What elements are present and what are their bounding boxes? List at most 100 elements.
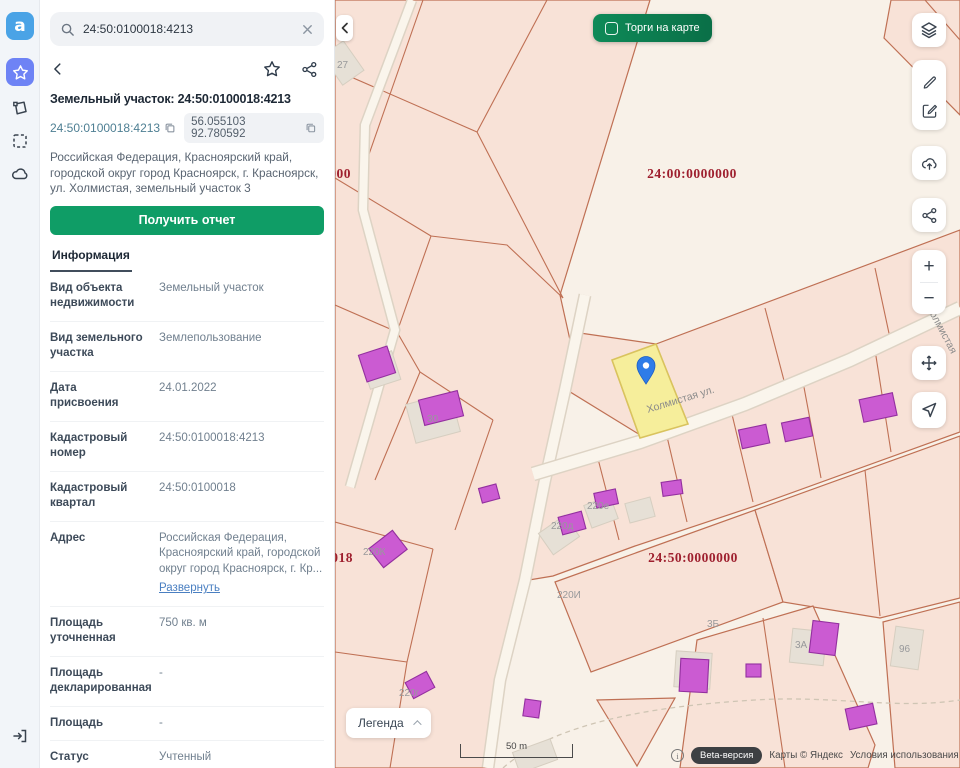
star-outline-icon [263, 60, 281, 78]
row-label: Вид объекта недвижимости [50, 281, 147, 312]
zoom-out-button[interactable]: − [912, 283, 946, 314]
district-number-label-clipped: 0000 [335, 166, 351, 182]
measure-button[interactable] [912, 65, 946, 95]
layers-button[interactable] [912, 13, 946, 47]
row-value: 24:50:0100018:4213 [159, 431, 324, 462]
parcel-number-label: 220д [551, 521, 574, 532]
tab-information[interactable]: Информация [50, 248, 132, 272]
upload-button[interactable] [912, 146, 946, 180]
zoom-controls: + − [912, 250, 946, 314]
parcel-number-label: 96 [899, 644, 910, 655]
pan-button[interactable] [912, 346, 946, 380]
parcel-number-label: 220И [557, 590, 581, 601]
cadastral-map[interactable]: 24:00:0000000 0000 24:50:0000000 0018 Хо… [335, 0, 960, 768]
coordinates-text: 56.055103 92.780592 [191, 116, 300, 140]
sidebar-item-cloud[interactable] [8, 162, 32, 186]
info-icon[interactable]: i [671, 749, 684, 762]
map-attribution: i Beta-версия Карты © Яндекс Условия исп… [671, 747, 959, 764]
copy-icon[interactable] [164, 122, 176, 134]
address-truncated: Российская Федерация, Красноярский край,… [159, 532, 322, 575]
sidebar-item-objects[interactable] [8, 96, 32, 120]
row-label: Кадастровый номер [50, 431, 147, 462]
row-label: Площадь уточненная [50, 616, 147, 647]
table-row: Дата присвоения24.01.2022 [50, 371, 324, 421]
share-button[interactable] [301, 61, 318, 78]
logout-button[interactable] [8, 724, 32, 748]
table-row: СтатусУчтенный [50, 740, 324, 768]
dashed-square-icon [11, 132, 29, 150]
search-input[interactable] [83, 22, 293, 36]
sidebar-item-favorites[interactable] [6, 58, 34, 86]
app-rail: a [0, 0, 40, 768]
building [679, 658, 709, 692]
exit-icon [11, 727, 29, 745]
cadastral-number-text: 24:50:0100018:4213 [50, 121, 160, 135]
star-icon [12, 64, 29, 81]
parcel-number-label: 220г [399, 688, 419, 699]
building [661, 480, 683, 497]
table-row: Площадь- [50, 706, 324, 741]
coordinates-chip[interactable]: 56.055103 92.780592 [184, 113, 324, 143]
page-title: Земельный участок: 24:50:0100018:4213 [50, 92, 324, 106]
move-icon [920, 354, 938, 372]
app-logo[interactable]: a [6, 12, 34, 40]
pencil-icon [921, 72, 938, 89]
row-value: - [159, 716, 324, 732]
parcel-number-label: 220е [587, 501, 609, 512]
collapse-panel-button[interactable] [336, 15, 353, 41]
parcel-number-label: 220К [363, 547, 386, 558]
cadastral-map-canvas[interactable] [335, 0, 960, 768]
row-value: 24:50:0100018 [159, 481, 324, 512]
trades-on-map-toggle[interactable]: Торги на карте [593, 14, 712, 42]
clear-search-icon[interactable] [301, 23, 314, 36]
row-label: Статус [50, 750, 147, 766]
row-value: - [159, 666, 324, 697]
terms-link[interactable]: Условия использования [850, 750, 959, 761]
info-table: Вид объекта недвижимости Земельный участо… [50, 272, 324, 768]
legend-button[interactable]: Легенда [346, 708, 431, 738]
chevron-left-icon [50, 61, 66, 77]
table-row-address: Адрес Российская Федерация, Красноярский… [50, 521, 324, 606]
expand-address-link[interactable]: Развернуть [159, 581, 220, 597]
trades-checkbox[interactable] [605, 22, 618, 35]
edit-square-icon [921, 102, 938, 119]
parcel-number-label: 30 [427, 414, 438, 425]
row-value: Земельный участок [159, 281, 324, 312]
draw-tools-group [912, 60, 946, 130]
beta-badge: Beta-версия [691, 747, 762, 764]
navigation-arrow-icon [920, 401, 938, 419]
locate-me-button[interactable] [912, 392, 946, 428]
sidebar-item-area-select[interactable] [8, 129, 32, 153]
trades-label: Торги на карте [625, 22, 700, 34]
building [809, 621, 839, 656]
map-scale-bar: 50 m [460, 744, 573, 758]
row-label: Площадь [50, 716, 147, 732]
share-icon [921, 207, 938, 224]
parcel-number-label: 3А [795, 640, 807, 651]
zoom-in-button[interactable]: + [912, 251, 946, 282]
back-button[interactable] [50, 61, 66, 77]
object-address: Российская Федерация, Красноярский край,… [50, 150, 324, 197]
share-map-button[interactable] [912, 198, 946, 232]
scale-label: 50 m [461, 741, 572, 752]
cadastral-number-chip[interactable]: 24:50:0100018:4213 [50, 121, 176, 135]
edit-button[interactable] [912, 95, 946, 125]
table-row: Площадь декларированная- [50, 656, 324, 706]
building [523, 699, 541, 718]
table-row: Вид земельного участкаЗемлепользование [50, 321, 324, 371]
table-row: Площадь уточненная750 кв. м [50, 606, 324, 656]
app-logo-letter: a [14, 16, 25, 36]
row-value: Землепользование [159, 331, 324, 362]
search-bar[interactable] [50, 12, 324, 46]
get-report-button[interactable]: Получить отчет [50, 206, 324, 235]
building [746, 664, 761, 677]
parcel-number-label: 27 [337, 60, 348, 71]
search-icon [60, 22, 75, 37]
copy-icon[interactable] [305, 122, 317, 134]
chevron-left-icon [340, 22, 350, 34]
favorite-button[interactable] [263, 60, 281, 78]
row-label: Адрес [50, 531, 147, 597]
district-number-label-clipped: 0018 [335, 550, 353, 566]
district-number-label: 24:50:0000000 [622, 550, 764, 566]
row-label: Кадастровый квартал [50, 481, 147, 512]
